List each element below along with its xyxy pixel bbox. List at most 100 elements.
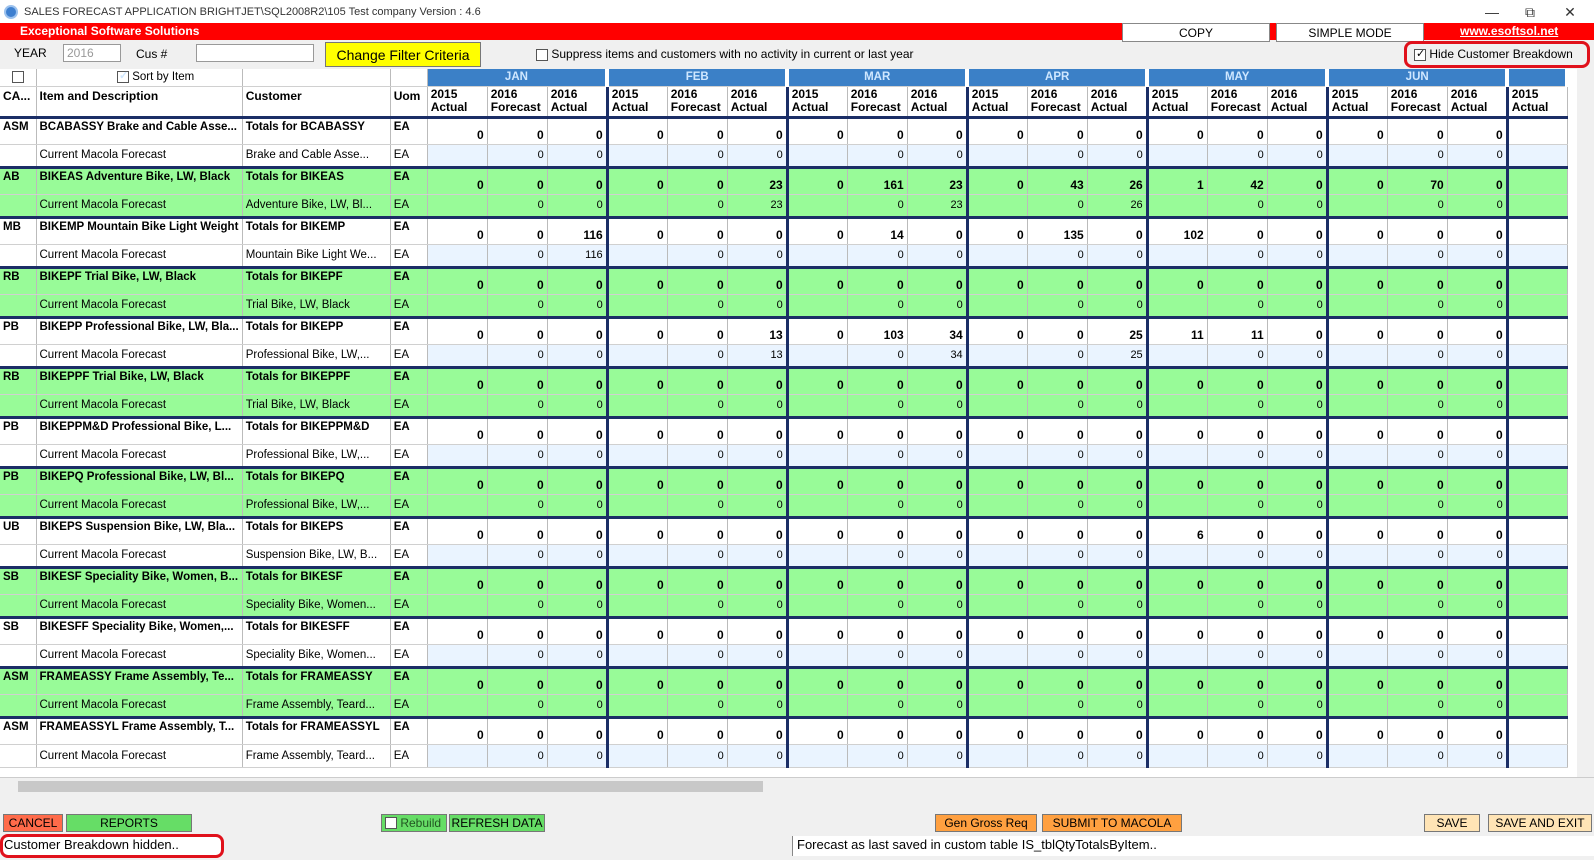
qty-cell[interactable]: 0 [667,565,728,595]
save-button[interactable]: SAVE [1424,814,1480,832]
qty-cell[interactable]: 0 [967,265,1028,295]
qty-cell[interactable]: 0 [1387,515,1448,545]
qty-cell[interactable]: 0 [1387,465,1448,495]
simple-mode-button[interactable]: SIMPLE MODE [1276,23,1424,42]
qty-cell[interactable]: 135 [1027,215,1088,245]
forecast-qty-cell[interactable] [1147,694,1208,718]
forecast-qty-cell[interactable]: 0 [1087,594,1149,618]
qty-cell[interactable]: 0 [1027,315,1088,345]
forecast-qty-cell[interactable]: 0 [1447,544,1509,568]
item-cell[interactable]: BIKEPP Professional Bike, LW, Bla... [36,315,243,345]
forecast-qty-cell[interactable]: 0 [1087,244,1149,268]
customer-cell[interactable]: Totals for FRAMEASSY [242,665,391,695]
qty-cell[interactable]: 0 [667,215,728,245]
forecast-qty-cell[interactable] [607,694,668,718]
forecast-qty-cell[interactable]: 0 [847,544,908,568]
qty-cell[interactable]: 0 [727,215,789,245]
scroll-thumb[interactable] [18,781,763,792]
forecast-qty-cell[interactable]: 0 [1027,194,1088,218]
qty-cell[interactable]: 0 [1087,115,1149,145]
forecast-qty-cell[interactable]: 0 [907,244,969,268]
qty-cell[interactable]: 0 [967,215,1028,245]
qty-cell[interactable]: 0 [1207,365,1268,395]
forecast-qty-cell[interactable]: 0 [547,294,609,318]
forecast-qty-cell[interactable]: 0 [727,694,789,718]
qty-cell[interactable]: 0 [607,115,668,145]
forecast-qty-cell[interactable]: 0 [847,244,908,268]
forecast-qty-cell[interactable] [967,444,1028,468]
qty-cell[interactable]: 0 [967,165,1028,195]
forecast-qty-cell[interactable]: 0 [547,444,609,468]
qty-cell[interactable]: 0 [1387,665,1448,695]
forecast-qty-cell[interactable] [607,744,668,768]
qty-cell[interactable]: 0 [847,715,908,745]
qty-cell[interactable]: 0 [967,315,1028,345]
qty-cell[interactable]: 0 [427,215,488,245]
qty-cell[interactable]: 0 [1447,265,1509,295]
customer-cell[interactable]: Totals for BIKEAS [242,165,391,195]
forecast-qty-cell[interactable]: 0 [1447,244,1509,268]
qty-cell[interactable]: 0 [1147,365,1208,395]
qty-cell[interactable]: 0 [967,665,1028,695]
forecast-qty-cell[interactable] [787,694,848,718]
forecast-qty-cell[interactable]: 0 [847,194,908,218]
qty-cell[interactable]: 0 [1327,115,1388,145]
qty-cell[interactable]: 0 [667,415,728,445]
forecast-qty-cell[interactable] [967,194,1028,218]
forecast-qty-cell[interactable] [1327,694,1388,718]
forecast-qty-cell[interactable] [427,494,488,518]
forecast-qty-cell[interactable]: 0 [847,294,908,318]
qty-cell[interactable]: 0 [1087,665,1149,695]
forecast-qty-cell[interactable] [967,594,1028,618]
qty-cell[interactable]: 0 [967,515,1028,545]
forecast-qty-cell[interactable]: 25 [1087,344,1149,368]
qty-cell[interactable]: 0 [967,415,1028,445]
customer-cell[interactable]: Totals for BIKEMP [242,215,391,245]
forecast-qty-cell[interactable] [967,244,1028,268]
qty-cell[interactable]: 161 [847,165,908,195]
forecast-qty-cell[interactable] [967,744,1028,768]
forecast-qty-cell[interactable]: 0 [1207,344,1268,368]
forecast-qty-cell[interactable]: 0 [1207,194,1268,218]
forecast-qty-cell[interactable]: 0 [667,294,728,318]
qty-cell[interactable]: 0 [607,165,668,195]
forecast-qty-cell[interactable] [1147,344,1208,368]
qty-cell[interactable]: 0 [907,615,969,645]
qty-cell[interactable]: 0 [1027,665,1088,695]
forecast-qty-cell[interactable]: 0 [487,344,548,368]
qty-cell[interactable]: 0 [787,115,848,145]
forecast-qty-cell[interactable]: 0 [907,294,969,318]
qty-cell[interactable]: 0 [1447,565,1509,595]
qty-cell[interactable]: 0 [1267,315,1329,345]
qty-cell[interactable]: 0 [1387,415,1448,445]
qty-cell[interactable]: 0 [547,465,609,495]
forecast-qty-cell[interactable]: 0 [1267,294,1329,318]
qty-cell[interactable]: 0 [1267,615,1329,645]
qty-cell[interactable]: 11 [1207,315,1268,345]
forecast-qty-cell[interactable]: 0 [667,244,728,268]
qty-cell[interactable]: 23 [727,165,789,195]
forecast-qty-cell[interactable]: 0 [1387,594,1448,618]
forecast-qty-cell[interactable]: 0 [667,744,728,768]
rebuild-option[interactable]: Rebuild [381,814,447,832]
forecast-qty-cell[interactable]: 0 [1387,394,1448,418]
forecast-qty-cell[interactable]: 0 [1447,494,1509,518]
forecast-grid[interactable]: Sort by ItemJANFEBMARAPRMAYJUNCA...Item … [0,69,1594,789]
qty-cell[interactable]: 0 [1447,365,1509,395]
save-and-exit-button[interactable]: SAVE AND EXIT [1488,814,1592,832]
forecast-qty-cell[interactable] [1147,544,1208,568]
qty-cell[interactable] [1507,665,1568,695]
forecast-qty-cell[interactable]: 0 [667,344,728,368]
category-cell[interactable]: RB [0,265,37,295]
forecast-qty-cell[interactable] [1147,244,1208,268]
category-cell[interactable]: AB [0,165,37,195]
qty-cell[interactable]: 6 [1147,515,1208,545]
qty-cell[interactable]: 0 [667,165,728,195]
forecast-qty-cell[interactable]: 0 [487,544,548,568]
qty-cell[interactable]: 1 [1147,165,1208,195]
qty-cell[interactable]: 0 [1087,265,1149,295]
category-cell[interactable]: RB [0,365,37,395]
qty-cell[interactable]: 0 [727,115,789,145]
forecast-qty-cell[interactable] [607,494,668,518]
forecast-qty-cell[interactable] [427,594,488,618]
